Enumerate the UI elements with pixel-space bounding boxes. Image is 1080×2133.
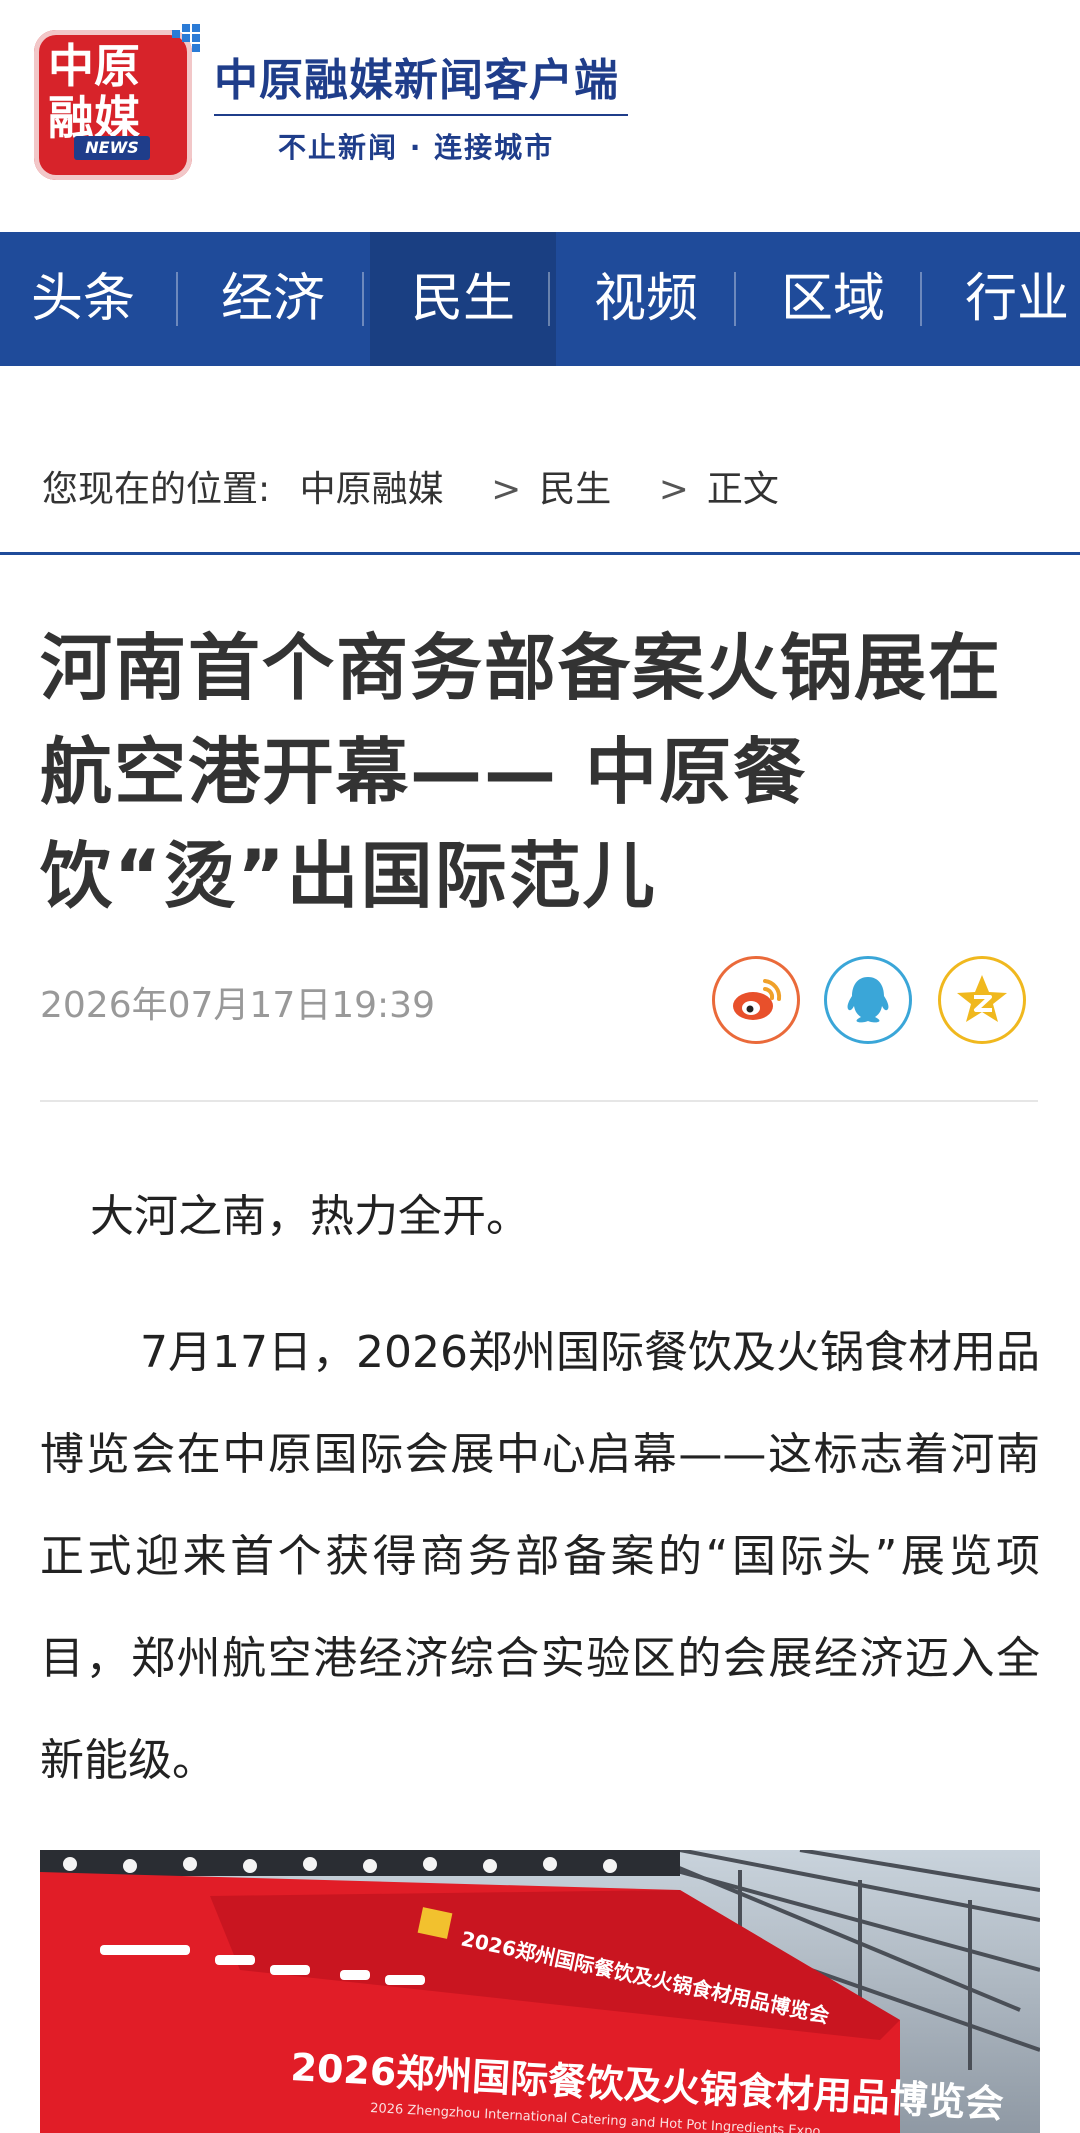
header-divider: [40, 1100, 1038, 1102]
share-qzone-button[interactable]: [938, 956, 1026, 1044]
breadcrumb-current: 正文: [706, 469, 779, 510]
share-qq-button[interactable]: [824, 956, 912, 1044]
nav-tab-industry[interactable]: 行业: [924, 232, 1080, 366]
article-title: 河南首个商务部备案火锅展在航空港开幕—— 中原餐饮“烫”出国际范儿: [40, 626, 1003, 918]
nav-tab-economy[interactable]: 经济: [180, 232, 366, 366]
logo-pixel-icon: [172, 24, 202, 54]
brand-title: 中原融媒新闻客户端: [214, 55, 619, 106]
logo-line-1: 中原: [48, 39, 140, 93]
breadcrumb-divider: [0, 552, 1080, 555]
nav-separator: [362, 272, 364, 326]
share-weibo-button[interactable]: [712, 956, 800, 1044]
nav-tab-video[interactable]: 视频: [553, 232, 739, 366]
nav-separator: [734, 272, 736, 326]
breadcrumb-home[interactable]: 中原融媒: [300, 469, 444, 510]
article-date: 2026年07月17日19:39: [40, 985, 435, 1026]
brand-subtitle: 不止新闻 · 连接城市: [278, 131, 555, 164]
nav-separator: [176, 272, 178, 326]
nav-separator: [548, 272, 550, 326]
nav-tab-headlines[interactable]: 头条: [0, 232, 176, 366]
nav-tab-region[interactable]: 区域: [740, 232, 926, 366]
article-paragraph-text: 大河之南，热力全开。: [90, 1191, 530, 1242]
logo-text: 中原 融媒: [48, 40, 178, 144]
weibo-icon: [733, 979, 782, 1020]
nav-separator: [920, 272, 922, 326]
brand-rule: [214, 114, 628, 116]
breadcrumb-separator: >: [491, 469, 522, 510]
brand-logo[interactable]: 中原 融媒 NEWS: [34, 24, 200, 180]
qzone-icon: [957, 975, 1007, 1022]
expo-photo: 2026郑州国际餐饮及火锅食材用品博览会 2026 Zhengzhou Inte…: [40, 1850, 1040, 2133]
breadcrumb: 您现在的位置: 中原融媒 > 民生 > 正文: [42, 460, 797, 512]
channel-nav: 头条 经济 民生 视频 区域 行业: [0, 232, 1080, 366]
breadcrumb-section[interactable]: 民生: [539, 469, 611, 510]
article-paragraph: 7月17日，2026郑州国际餐饮及火锅食材用品博览会在中原国际会展中心启幕——这…: [40, 1327, 1040, 1786]
app-header: 中原 融媒 NEWS 中原融媒新闻客户端 不止新闻 · 连接城市: [0, 0, 1080, 232]
article-paragraph: 大河之南，热力全开。: [40, 1166, 1040, 1268]
article-photo[interactable]: 2026郑州国际餐饮及火锅食材用品博览会 2026 Zhengzhou Inte…: [40, 1850, 1040, 2133]
breadcrumb-prefix: 您现在的位置:: [42, 469, 271, 510]
qq-icon: [847, 977, 889, 1023]
breadcrumb-separator: >: [658, 469, 689, 510]
nav-tab-livelihood[interactable]: 民生: [370, 232, 556, 366]
logo-news-badge: NEWS: [74, 136, 150, 160]
